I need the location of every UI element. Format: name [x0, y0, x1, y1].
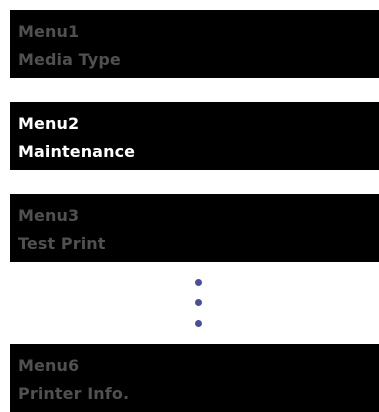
menu-item-title: Menu1 — [18, 22, 80, 41]
ellipsis-dot-icon — [195, 279, 202, 286]
menu-item-label: Test Print — [18, 234, 106, 253]
menu-item-label: Printer Info. — [18, 384, 130, 403]
menu-item-title: Menu6 — [18, 356, 80, 375]
menu-item-label: Maintenance — [18, 142, 136, 161]
menu-item-6[interactable]: Menu6 Printer Info. — [10, 344, 379, 412]
menu-item-title: Menu3 — [18, 206, 80, 225]
menu-item-2-selected[interactable]: Menu2 Maintenance — [10, 102, 379, 170]
menu-item-3[interactable]: Menu3 Test Print — [10, 194, 379, 262]
menu-item-label: Media Type — [18, 50, 121, 69]
ellipsis-dot-icon — [195, 320, 202, 327]
menu-item-1[interactable]: Menu1 Media Type — [10, 10, 379, 78]
menu-item-title: Menu2 — [18, 114, 80, 133]
ellipsis-dot-icon — [195, 299, 202, 306]
